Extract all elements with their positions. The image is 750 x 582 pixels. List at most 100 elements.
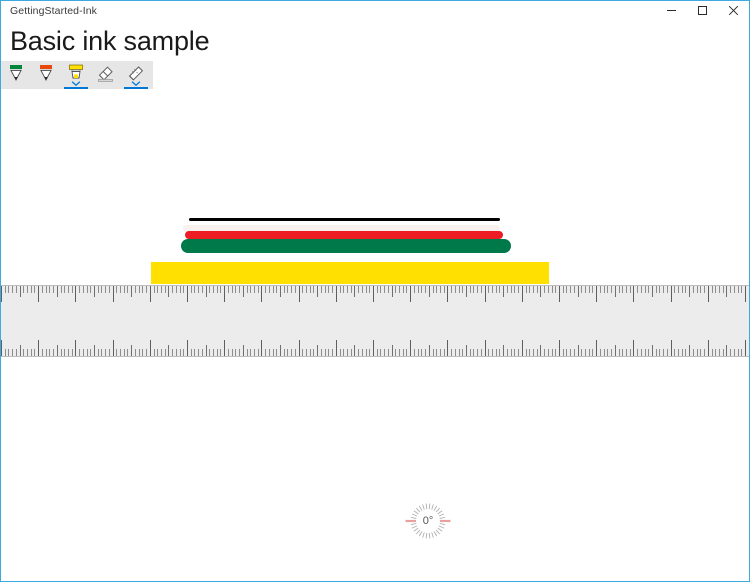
ink-stroke-green-thick-line bbox=[181, 239, 511, 253]
ruler-tick bbox=[79, 349, 81, 356]
ruler-tick bbox=[413, 349, 415, 356]
ruler-tick bbox=[689, 286, 691, 297]
ruler-tick bbox=[75, 340, 77, 356]
ruler-tick bbox=[506, 349, 508, 356]
ruler-tick bbox=[384, 286, 386, 293]
ruler-tick bbox=[253, 286, 255, 293]
ruler-tick bbox=[45, 286, 47, 293]
ruler-tick bbox=[625, 349, 627, 356]
tool-button-pencil[interactable] bbox=[31, 61, 61, 89]
ruler-tick bbox=[425, 349, 427, 356]
ruler-tick bbox=[365, 349, 367, 356]
ruler-tick bbox=[577, 286, 579, 297]
ruler-tick bbox=[164, 349, 166, 356]
ruler-tick bbox=[551, 286, 553, 293]
ruler-tick bbox=[443, 349, 445, 356]
ruler-tick bbox=[726, 345, 728, 356]
ruler-tick bbox=[306, 286, 308, 293]
ruler-tick bbox=[60, 349, 62, 356]
ruler-tick bbox=[205, 286, 207, 297]
tool-button-ballpoint-pen[interactable] bbox=[1, 61, 31, 89]
ruler-tick bbox=[492, 286, 494, 293]
minimize-icon bbox=[667, 10, 676, 11]
ruler-tick bbox=[194, 349, 196, 356]
ruler-tick bbox=[678, 349, 680, 356]
ruler-tick bbox=[298, 286, 300, 302]
tool-button-ruler[interactable] bbox=[121, 61, 151, 89]
ruler-tick bbox=[559, 340, 560, 356]
maximize-button[interactable] bbox=[687, 1, 718, 20]
ruler-tick bbox=[30, 286, 32, 293]
ruler-tick bbox=[666, 286, 668, 293]
tool-button-eraser[interactable] bbox=[91, 61, 121, 89]
ink-stroke-yellow-highlight bbox=[151, 262, 549, 284]
ruler-tick bbox=[644, 286, 646, 293]
ruler-tick bbox=[480, 286, 482, 293]
ruler-tick bbox=[417, 349, 419, 356]
ruler-tick bbox=[302, 349, 304, 356]
ruler-tick bbox=[253, 349, 255, 356]
ruler-tick bbox=[149, 286, 151, 302]
tool-button-highlighter[interactable] bbox=[61, 61, 91, 89]
ruler-tick bbox=[27, 286, 29, 293]
ruler-tick bbox=[131, 345, 133, 356]
ruler-tick bbox=[187, 286, 188, 302]
ruler-tick bbox=[555, 349, 557, 356]
ruler-tick bbox=[276, 349, 278, 356]
ruler-tick bbox=[715, 349, 717, 356]
ruler-tick bbox=[224, 340, 226, 356]
ruler-tick bbox=[82, 286, 84, 293]
minimize-button[interactable] bbox=[656, 1, 687, 20]
ruler-tick bbox=[53, 286, 55, 293]
ruler-tick bbox=[611, 349, 613, 356]
ruler-tick bbox=[659, 286, 661, 293]
ruler-tick bbox=[15, 349, 17, 356]
close-button[interactable] bbox=[718, 1, 749, 20]
ruler-tick bbox=[183, 286, 185, 293]
ruler-tick bbox=[581, 349, 583, 356]
ruler-tick bbox=[34, 286, 36, 293]
ink-canvas[interactable]: 0° bbox=[1, 89, 749, 581]
ruler-tick bbox=[462, 349, 464, 356]
ruler-tick bbox=[149, 340, 151, 356]
ruler-tick bbox=[172, 349, 174, 356]
ruler-tick bbox=[250, 349, 252, 356]
ruler-tick bbox=[205, 345, 207, 356]
ruler-tick bbox=[112, 286, 114, 302]
ruler-tick bbox=[287, 349, 289, 356]
chevron-down-icon[interactable] bbox=[131, 81, 141, 86]
ruler-tick bbox=[369, 286, 371, 293]
ruler-tick bbox=[272, 286, 274, 293]
ruler-tick bbox=[19, 286, 21, 297]
ruler-tick bbox=[629, 349, 631, 356]
close-icon bbox=[728, 5, 739, 16]
ruler-angle-value: 0° bbox=[422, 515, 434, 527]
ruler-angle-dial[interactable]: 0° bbox=[402, 501, 454, 541]
ruler-tick bbox=[53, 349, 55, 356]
ruler-tick bbox=[447, 286, 449, 302]
ruler-tick bbox=[105, 349, 107, 356]
ruler-tick bbox=[123, 349, 125, 356]
ruler-tick bbox=[655, 349, 657, 356]
ruler-tick bbox=[23, 349, 25, 356]
ruler-tick bbox=[685, 286, 687, 293]
ruler-tick bbox=[436, 349, 438, 356]
ruler-tick bbox=[685, 349, 687, 356]
ruler-tick bbox=[514, 286, 516, 293]
ruler-overlay[interactable]: 0° bbox=[1, 285, 749, 539]
ruler-tick bbox=[56, 286, 58, 297]
ruler-tick bbox=[454, 286, 456, 293]
ruler-tick bbox=[718, 349, 720, 356]
ruler-tick bbox=[566, 286, 568, 293]
ink-stroke-red-line bbox=[185, 231, 503, 239]
ruler-tick bbox=[332, 286, 334, 293]
chevron-down-icon[interactable] bbox=[71, 81, 81, 86]
ruler-tick bbox=[532, 286, 534, 293]
ruler-tick bbox=[64, 286, 66, 293]
ruler-tick bbox=[49, 349, 51, 356]
ruler-tick bbox=[105, 286, 107, 293]
ruler-tick bbox=[231, 286, 233, 293]
ruler-tick bbox=[116, 349, 118, 356]
ruler-tick bbox=[618, 286, 620, 293]
ruler-tick bbox=[45, 349, 47, 356]
